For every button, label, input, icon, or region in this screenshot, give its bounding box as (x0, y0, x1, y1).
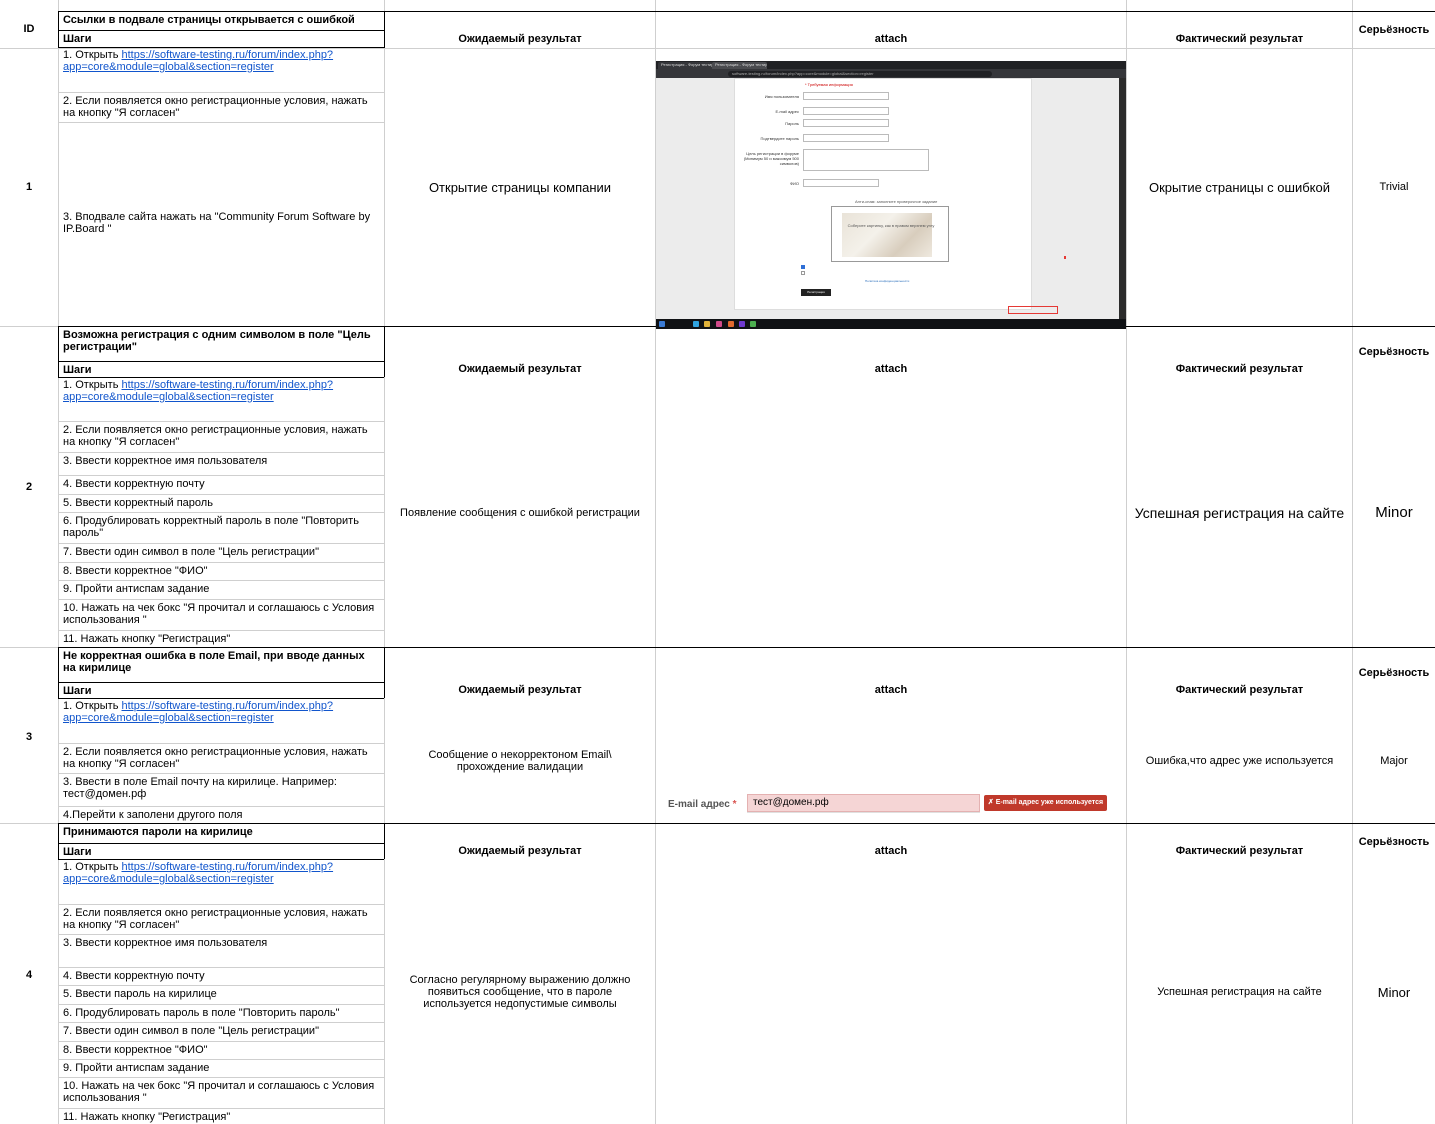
expected-header: Ожидаемый результат (458, 363, 582, 375)
actual-result: Ошибка,что адрес уже используется (1145, 755, 1334, 767)
checkbox-icon (801, 271, 805, 275)
id-header: ID (23, 23, 35, 35)
register-link[interactable]: https://software-testing.ru/forum/index.… (122, 49, 334, 61)
case-id: 3 (25, 731, 33, 743)
case-id: 4 (25, 969, 33, 981)
step-item: 7. Ввести один символ в поле "Цель регис… (63, 1025, 319, 1037)
expected-header: Ожидаемый результат (458, 684, 582, 696)
steps-header: Шаги (63, 364, 92, 376)
attachment-email-error[interactable]: E-mail адрес * тест@домен.рф ✗ E-mail ад… (656, 791, 1126, 825)
actual-result: Успешная регистрация на сайте (1157, 986, 1322, 998)
severity-value: Minor (1375, 504, 1413, 521)
case-id: 2 (25, 481, 33, 493)
actual-header: Фактический результат (1175, 684, 1304, 696)
step-item: 6. Продублировать корректный пароль в по… (63, 515, 359, 539)
severity-value: Trivial (1379, 181, 1409, 193)
step-item: 5. Ввести пароль на кирилице (63, 988, 217, 1000)
step-item: 3. Вподвале сайта нажать на "Community F… (63, 211, 371, 235)
severity-header: Серьёзность (1358, 835, 1430, 848)
step-item: 2. Если появляется окно регистрационные … (63, 907, 368, 931)
register-link[interactable]: https://software-testing.ru/forum/index.… (122, 861, 334, 873)
step-item: 3. Ввести в поле Email почту на кирилице… (63, 776, 337, 800)
case-title: Принимаются пароли на кирилице (63, 826, 253, 838)
expected-result: Появление сообщения с ошибкой регистраци… (400, 506, 640, 519)
step-item: 10. Нажать на чек бокс "Я прочитал и сог… (63, 602, 375, 626)
steps-header: Шаги (63, 33, 92, 45)
case-title: Ссылки в подвале страницы открывается с … (63, 14, 355, 26)
register-link[interactable]: app=core&module=global&section=register (63, 391, 274, 403)
email-label: E-mail адрес (668, 799, 730, 810)
expected-header: Ожидаемый результат (458, 33, 582, 45)
step-item: 9. Пройти антиспам задание (63, 583, 210, 595)
step-item: 9. Пройти антиспам задание (63, 1062, 210, 1074)
register-link[interactable]: app=core&module=global&section=register (63, 61, 274, 73)
step-item: 10. Нажать на чек бокс "Я прочитал и сог… (63, 1080, 375, 1104)
expected-result: Согласно регулярному выражению должно по… (409, 974, 631, 1010)
step-item: 11. Нажать кнопку "Регистрация" (63, 633, 231, 645)
expected-header: Ожидаемый результат (458, 845, 582, 857)
step-item: 6. Продублировать пароль в поле "Повтори… (63, 1007, 340, 1019)
step-item: 8. Ввести корректное "ФИО" (63, 1044, 208, 1056)
step-item: 2. Если появляется окно регистрационные … (63, 746, 368, 770)
actual-header: Фактический результат (1175, 363, 1304, 375)
step-item: 5. Ввести корректный пароль (63, 497, 213, 509)
step-item: 1. Открыть https://software-testing.ru/f… (63, 861, 334, 885)
case-title: Не корректная ошибка в поле Email, при в… (63, 650, 365, 674)
expected-result: Открытие страницы компании (428, 179, 612, 195)
step-item: 7. Ввести один символ в поле "Цель регис… (63, 546, 319, 558)
captcha-image: Соберите картинку, как в правом верхнем … (831, 206, 949, 262)
register-link[interactable]: https://software-testing.ru/forum/index.… (122, 379, 334, 391)
actual-header: Фактический результат (1175, 33, 1304, 45)
step-item: 1. Открыть https://software-testing.ru/f… (63, 379, 334, 403)
severity-header: Серьёзность (1358, 667, 1430, 679)
step-item: 8. Ввести корректное "ФИО" (63, 565, 208, 577)
step-item: 2. Если появляется окно регистрационные … (63, 424, 368, 448)
severity-header: Серьёзность (1358, 23, 1430, 36)
attach-header: attach (874, 684, 908, 696)
severity-value: Minor (1377, 984, 1411, 1000)
step-item: 4. Ввести корректную почту (63, 478, 205, 490)
attachment-screenshot[interactable]: Регистрация - Форум тестир... Регистраци… (656, 61, 1126, 329)
steps-header: Шаги (63, 685, 92, 697)
shot-register-button: Регистрация (801, 289, 831, 296)
actual-result: Окрытие страницы с ошибкой (1149, 179, 1330, 195)
checkbox-icon (801, 265, 805, 269)
shot-address-bar: software-testing.ru/forum/index.php?app=… (728, 71, 992, 77)
step-item: 2. Если появляется окно регистрационные … (63, 95, 368, 119)
register-link[interactable]: app=core&module=global&section=register (63, 712, 274, 724)
severity-value: Major (1380, 755, 1408, 767)
register-link[interactable]: https://software-testing.ru/forum/index.… (122, 700, 334, 712)
actual-header: Фактический результат (1175, 845, 1304, 857)
step-item: 1. Открыть https://software-testing.ru/f… (63, 700, 334, 724)
step-item: 4.Перейти к заполени другого поля (63, 809, 243, 821)
case-title: Возможна регистрация с одним символом в … (63, 329, 371, 353)
step-item: 4. Ввести корректную почту (63, 970, 205, 982)
step-item: 11. Нажать кнопку "Регистрация" (63, 1111, 231, 1123)
attach-header: attach (874, 33, 908, 45)
email-error-badge: ✗ E-mail адрес уже используется (984, 795, 1107, 811)
attach-header: attach (874, 845, 908, 857)
expected-result: Сообщение о некорректоном Email\ прохожд… (428, 749, 612, 773)
shot-highlight-box (1008, 306, 1058, 314)
step-item: 1. Открыть https://software-testing.ru/f… (63, 49, 334, 73)
case-id: 1 (25, 181, 33, 193)
step-item: 3. Ввести корректное имя пользователя (63, 937, 268, 949)
register-link[interactable]: app=core&module=global&section=register (63, 873, 274, 885)
severity-header: Серьёзность (1358, 346, 1430, 358)
attach-header: attach (874, 363, 908, 375)
actual-result: Успешная регистрация на сайте (1134, 504, 1345, 521)
email-field: тест@домен.рф (747, 794, 980, 812)
steps-header: Шаги (63, 846, 92, 858)
step-item: 3. Ввести корректное имя пользователя (63, 455, 268, 467)
